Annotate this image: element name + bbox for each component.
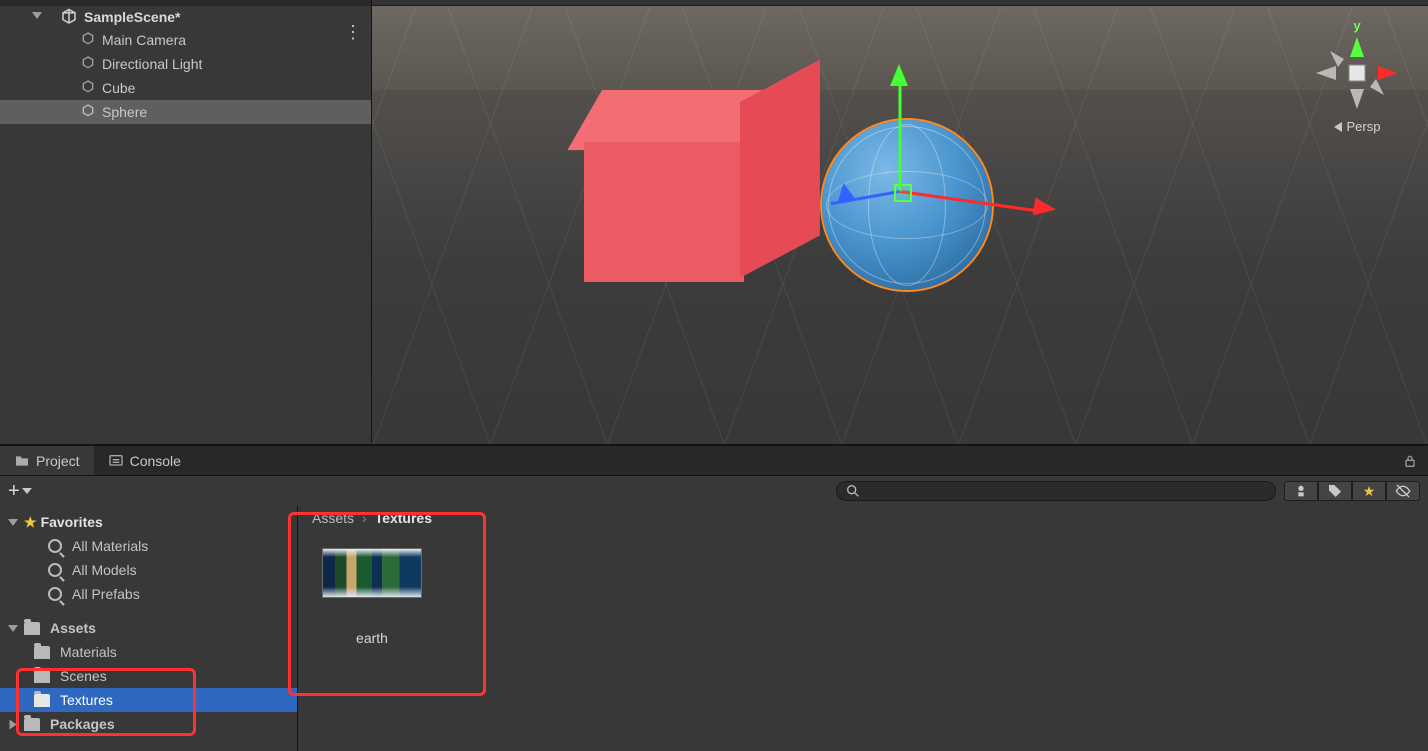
tree-packages[interactable]: Packages [0, 712, 297, 736]
tab-console[interactable]: Console [94, 446, 195, 475]
console-icon [108, 453, 124, 469]
foldout-icon[interactable] [32, 12, 42, 19]
tree-label: Favorites [41, 514, 103, 530]
tree-favorite-all-materials[interactable]: All Materials [0, 534, 297, 558]
orientation-gizmo[interactable]: y Persp [1302, 18, 1412, 138]
search-icon [48, 587, 62, 601]
hierarchy-item-label: Cube [102, 80, 135, 96]
lock-icon[interactable] [1392, 446, 1428, 475]
filter-by-label-button[interactable] [1318, 481, 1352, 501]
foldout-icon[interactable] [8, 625, 18, 632]
search-icon [48, 539, 62, 553]
project-panel: Project Console + [0, 444, 1428, 751]
tree-folder-scenes[interactable]: Scenes [0, 664, 297, 688]
folder-icon [34, 694, 50, 707]
tree-label: All Materials [72, 538, 148, 554]
hierarchy-item-cube[interactable]: Cube [0, 76, 371, 100]
breadcrumb-current: Textures [375, 510, 432, 526]
search-input[interactable] [836, 481, 1276, 501]
hierarchy-item-label: Main Camera [102, 32, 186, 48]
tree-favorite-all-models[interactable]: All Models [0, 558, 297, 582]
hierarchy-item-sphere[interactable]: Sphere [0, 100, 371, 124]
hierarchy-panel: SampleScene* ⋮ Main Camera Directional L… [0, 0, 372, 443]
gameobject-icon [80, 31, 96, 50]
foldout-icon[interactable] [10, 719, 17, 729]
create-asset-button[interactable]: + [8, 481, 32, 501]
tag-icon [1327, 483, 1343, 499]
scene-object-sphere[interactable] [822, 120, 992, 290]
folder-icon [34, 646, 50, 659]
tree-label: All Prefabs [72, 586, 140, 602]
tree-folder-textures[interactable]: Textures [0, 688, 297, 712]
hidden-packages-button[interactable] [1386, 481, 1420, 501]
unity-icon [60, 8, 78, 26]
folder-icon [14, 453, 30, 469]
tab-project[interactable]: Project [0, 446, 94, 475]
asset-grid-area: Assets › Textures earth [298, 506, 1428, 751]
tree-label: Scenes [60, 668, 107, 684]
save-search-button[interactable]: ★ [1352, 481, 1386, 501]
tree-label: Packages [50, 716, 115, 732]
chevron-down-icon [22, 488, 32, 494]
tree-label: Materials [60, 644, 117, 660]
breadcrumb: Assets › Textures [298, 506, 1428, 530]
eye-off-icon [1395, 483, 1411, 499]
hierarchy-item-label: Directional Light [102, 56, 202, 72]
project-toolbar: + ★ [0, 476, 1428, 506]
scene-view[interactable]: y Persp [372, 0, 1428, 443]
tree-label: Textures [60, 692, 113, 708]
tree-folder-materials[interactable]: Materials [0, 640, 297, 664]
search-icon [845, 483, 861, 499]
tree-label: Assets [50, 620, 96, 636]
folder-icon [24, 622, 40, 635]
gameobject-icon [80, 79, 96, 98]
star-icon: ★ [1363, 483, 1376, 500]
texture-thumbnail [322, 548, 422, 598]
tree-label: All Models [72, 562, 137, 578]
project-tree: ★ Favorites All Materials All Models All… [0, 506, 298, 751]
breadcrumb-root[interactable]: Assets [312, 510, 354, 526]
asset-label: earth [312, 630, 432, 646]
panel-tabs: Project Console [0, 446, 1428, 476]
tree-assets[interactable]: Assets [0, 616, 297, 640]
folder-icon [34, 670, 50, 683]
tree-favorites[interactable]: ★ Favorites [0, 510, 297, 534]
projection-mode[interactable]: Persp [1302, 119, 1412, 134]
filter-icon [1293, 483, 1309, 499]
kebab-menu-icon[interactable]: ⋮ [344, 22, 363, 43]
scene-root-row[interactable]: SampleScene* ⋮ [0, 6, 371, 28]
search-field[interactable] [861, 484, 1267, 499]
scene-object-cube[interactable] [602, 90, 802, 290]
asset-item-earth[interactable]: earth [312, 548, 432, 646]
search-icon [48, 563, 62, 577]
star-icon: ★ [24, 514, 37, 531]
gameobject-icon [80, 55, 96, 74]
hierarchy-item-label: Sphere [102, 104, 147, 120]
tab-label: Project [36, 453, 80, 469]
chevron-right-icon: › [362, 510, 367, 526]
tab-label: Console [130, 453, 181, 469]
filter-by-type-button[interactable] [1284, 481, 1318, 501]
axis-label-y: y [1302, 18, 1412, 33]
hierarchy-item-main-camera[interactable]: Main Camera [0, 28, 371, 52]
foldout-icon[interactable] [8, 519, 18, 526]
tree-favorite-all-prefabs[interactable]: All Prefabs [0, 582, 297, 606]
hierarchy-item-directional-light[interactable]: Directional Light [0, 52, 371, 76]
folder-icon [24, 718, 40, 731]
gameobject-icon [80, 103, 96, 122]
plus-icon: + [8, 481, 20, 501]
